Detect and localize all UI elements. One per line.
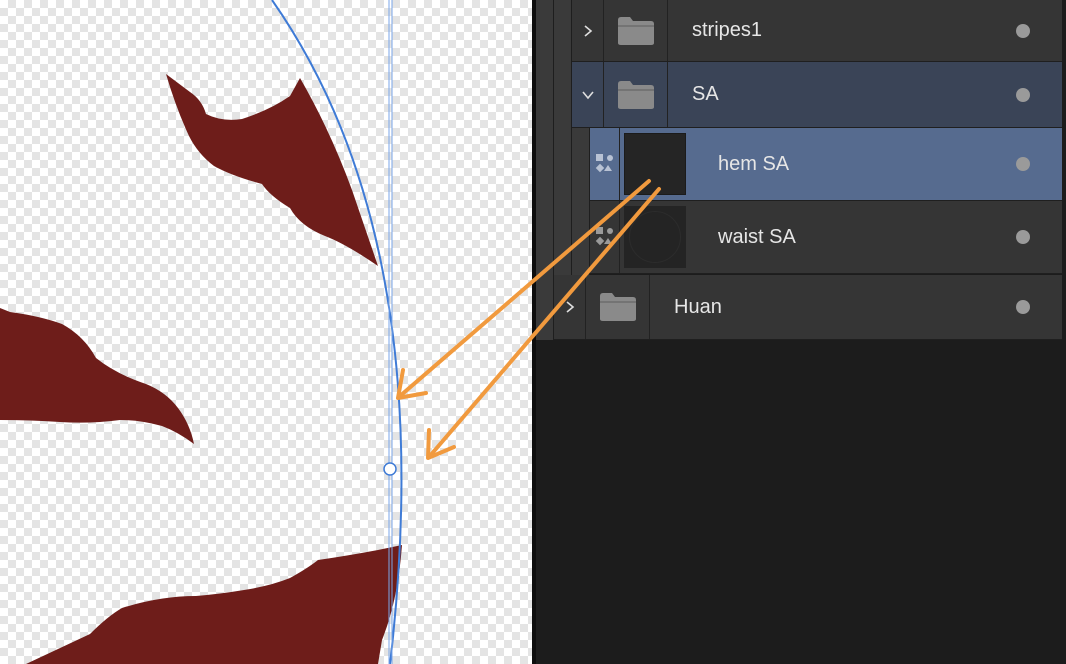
layer-row-sa[interactable]: SA bbox=[572, 62, 1062, 128]
layer-row-waist-sa[interactable]: waist SA bbox=[590, 201, 1062, 274]
red-shape-bottom[interactable] bbox=[26, 545, 402, 664]
visibility-toggle[interactable] bbox=[1016, 23, 1030, 38]
folder-icon bbox=[617, 80, 654, 109]
layer-name[interactable]: Huan bbox=[674, 275, 722, 339]
group-thumbnail[interactable] bbox=[604, 0, 668, 61]
chevron-right-icon bbox=[565, 301, 574, 313]
folder-icon bbox=[617, 16, 654, 45]
layer-type-indicator bbox=[590, 201, 620, 273]
layer-thumbnail[interactable] bbox=[622, 205, 688, 269]
group-thumbnail[interactable] bbox=[586, 275, 650, 339]
expand-toggle[interactable] bbox=[572, 62, 604, 127]
layer-name[interactable]: stripes1 bbox=[692, 0, 762, 61]
layer-name[interactable]: waist SA bbox=[718, 201, 796, 273]
hierarchy-rail-sa-children bbox=[572, 128, 590, 275]
hierarchy-rail-sa bbox=[554, 0, 572, 275]
layer-row-stripes1[interactable]: stripes1 bbox=[572, 0, 1062, 62]
layer-row-huan[interactable]: Huan bbox=[554, 275, 1062, 340]
thumbnail-preview bbox=[624, 206, 686, 268]
folder-icon bbox=[599, 293, 636, 321]
visibility-toggle[interactable] bbox=[1016, 157, 1030, 171]
hierarchy-rail-root bbox=[536, 0, 554, 340]
layer-name[interactable]: SA bbox=[692, 62, 719, 127]
artboard-canvas[interactable] bbox=[0, 0, 532, 664]
visibility-toggle[interactable] bbox=[1016, 230, 1030, 244]
layer-type-indicator bbox=[590, 128, 620, 200]
app-window: stripes1 SA hem SA waist SA Huan bbox=[0, 0, 1066, 664]
red-shape-middle[interactable] bbox=[0, 308, 194, 444]
expand-toggle[interactable] bbox=[572, 0, 604, 61]
canvas-artwork bbox=[0, 0, 403, 664]
chevron-right-icon bbox=[583, 24, 592, 37]
visibility-toggle[interactable] bbox=[1016, 300, 1030, 314]
layers-panel: stripes1 SA hem SA waist SA Huan bbox=[536, 0, 1066, 664]
expand-toggle[interactable] bbox=[554, 275, 586, 339]
visibility-toggle[interactable] bbox=[1016, 87, 1030, 102]
layer-name[interactable]: hem SA bbox=[718, 128, 789, 200]
group-thumbnail[interactable] bbox=[604, 62, 668, 127]
chevron-down-icon bbox=[581, 90, 594, 99]
curve-node-handle[interactable] bbox=[383, 462, 397, 476]
shapes-icon bbox=[595, 154, 613, 173]
thumbnail-preview bbox=[624, 133, 686, 195]
layer-row-hem-sa[interactable]: hem SA bbox=[590, 128, 1062, 201]
shapes-icon bbox=[595, 227, 613, 246]
layer-thumbnail[interactable] bbox=[622, 132, 688, 196]
red-shape-top[interactable] bbox=[166, 74, 378, 266]
